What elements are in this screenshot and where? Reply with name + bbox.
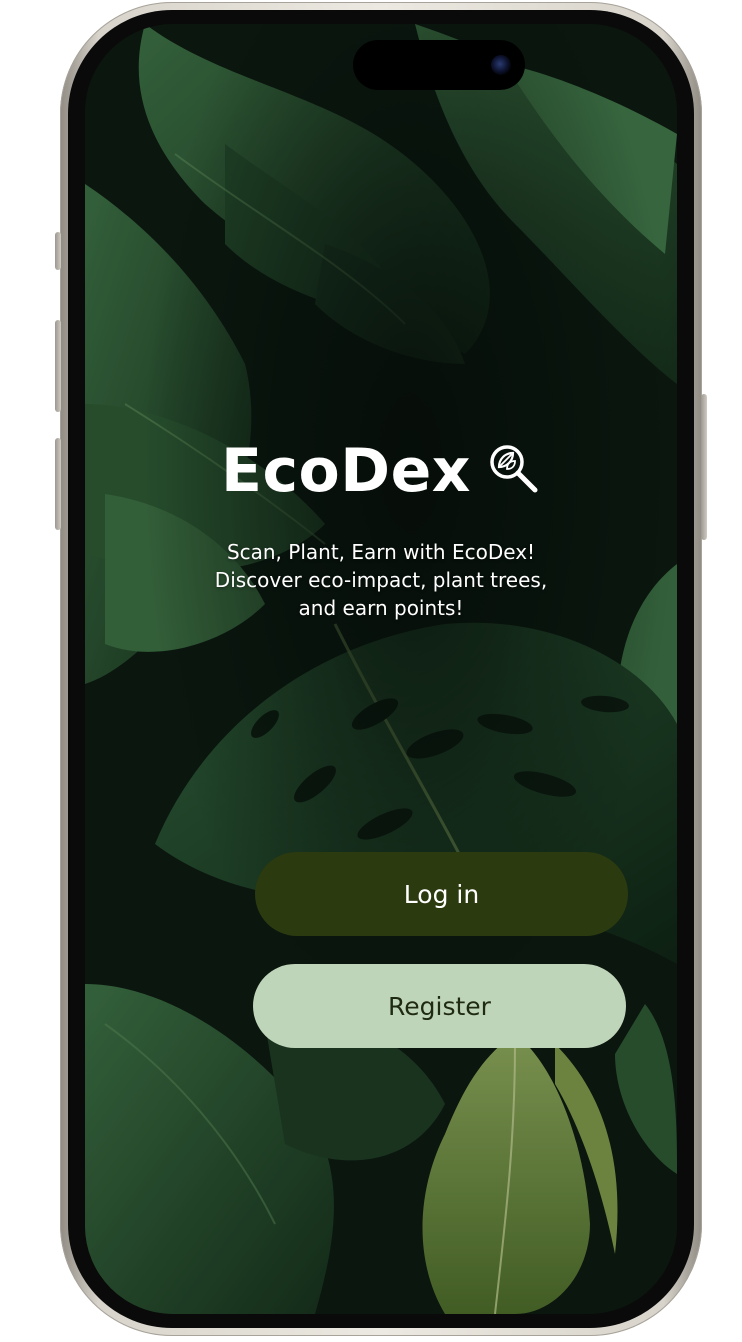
app-screen: EcoDex Scan, Plant, Earn with EcoDex! Di… bbox=[85, 24, 677, 1314]
tagline-line: Discover eco-impact, plant trees, bbox=[214, 568, 548, 592]
app-title: EcoDex bbox=[221, 436, 471, 506]
foliage-background bbox=[85, 24, 677, 1314]
volume-up-button bbox=[55, 320, 61, 412]
login-button[interactable]: Log in bbox=[255, 852, 628, 936]
app-header: EcoDex bbox=[85, 436, 677, 506]
tagline-line: Scan, Plant, Earn with EcoDex! bbox=[226, 540, 536, 564]
dynamic-island bbox=[353, 40, 525, 90]
front-camera bbox=[491, 55, 511, 75]
login-button-label: Log in bbox=[403, 879, 480, 909]
app-tagline: Scan, Plant, Earn with EcoDex! Discover … bbox=[145, 538, 617, 622]
leaf-magnifier-icon bbox=[490, 445, 538, 493]
register-button-label: Register bbox=[388, 991, 491, 1021]
volume-down-button bbox=[55, 438, 61, 530]
action-button bbox=[55, 232, 61, 270]
power-button bbox=[701, 394, 707, 540]
tagline-line: and earn points! bbox=[298, 596, 464, 620]
phone-frame: EcoDex Scan, Plant, Earn with EcoDex! Di… bbox=[55, 2, 707, 1336]
register-button[interactable]: Register bbox=[253, 964, 626, 1048]
